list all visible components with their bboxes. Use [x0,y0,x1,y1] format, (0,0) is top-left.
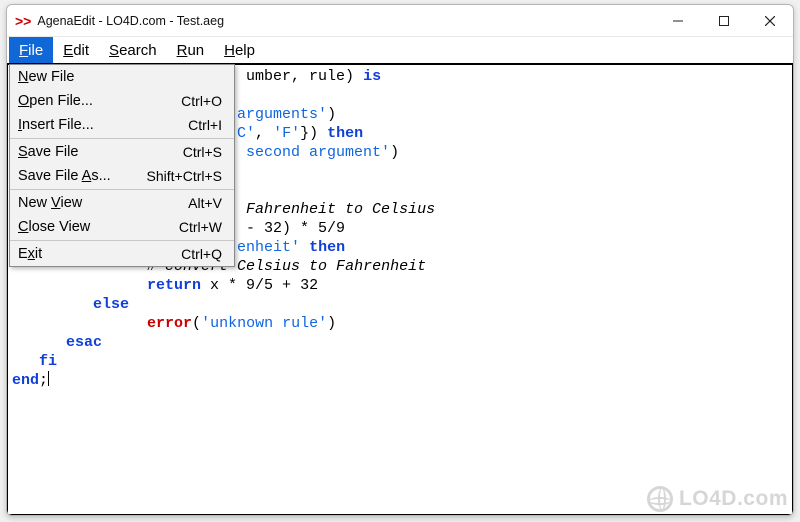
code-line: end; [12,371,788,390]
menu-item-shortcut: Shift+Ctrl+S [147,168,222,184]
watermark-logo: LO4D.com [647,486,788,512]
file-menu-exit[interactable]: Exit Ctrl+Q [10,242,234,266]
file-menu-dropdown: New File Open File... Ctrl+O Insert File...… [9,64,235,267]
menu-edit[interactable]: Edit [53,37,99,63]
menu-separator [10,138,234,139]
minimize-button[interactable] [655,5,701,36]
menu-item-shortcut: Ctrl+S [183,144,222,160]
menu-item-label: Save File [18,144,78,160]
file-menu-insert-file[interactable]: Insert File... Ctrl+I [10,113,234,137]
menu-separator [10,189,234,190]
watermark-text: LO4D.com [679,487,788,511]
menu-item-shortcut: Ctrl+Q [181,246,222,262]
menu-item-label: Exit [18,246,42,262]
menu-item-label: Open File... [18,93,93,109]
menu-item-shortcut: Ctrl+O [181,93,222,109]
globe-icon [647,486,673,512]
window-title: AgenaEdit - LO4D.com - Test.aeg [37,14,655,28]
text-cursor [48,371,49,386]
file-menu-new-view[interactable]: New View Alt+V [10,191,234,215]
file-menu-new-file[interactable]: New File [10,65,234,89]
menu-search[interactable]: Search [99,37,167,63]
code-line: esac [12,333,788,352]
code-line: error('unknown rule') [12,314,788,333]
code-line: return x * 9/5 + 32 [12,276,788,295]
menu-item-label: Save File As... [18,168,111,184]
file-menu-save-file-as[interactable]: Save File As... Shift+Ctrl+S [10,164,234,188]
file-menu-open-file[interactable]: Open File... Ctrl+O [10,89,234,113]
menu-item-label: Close View [18,219,90,235]
menu-item-shortcut: Alt+V [188,195,222,211]
menu-item-label: New View [18,195,82,211]
titlebar: >> AgenaEdit - LO4D.com - Test.aeg [7,5,793,37]
file-menu-save-file[interactable]: Save File Ctrl+S [10,140,234,164]
close-button[interactable] [747,5,793,36]
menubar: FileEditSearchRunHelp [7,37,793,65]
menu-item-label: Insert File... [18,117,94,133]
menu-file[interactable]: File [9,37,53,63]
code-line: else [12,295,788,314]
menu-item-shortcut: Ctrl+W [179,219,222,235]
file-menu-close-view[interactable]: Close View Ctrl+W [10,215,234,239]
menu-item-shortcut: Ctrl+I [188,117,222,133]
code-line: fi [12,352,788,371]
menu-item-label: New File [18,69,74,85]
menu-run[interactable]: Run [167,37,215,63]
menu-help[interactable]: Help [214,37,265,63]
menu-separator [10,240,234,241]
window-controls [655,5,793,36]
app-icon: >> [15,13,31,29]
maximize-button[interactable] [701,5,747,36]
